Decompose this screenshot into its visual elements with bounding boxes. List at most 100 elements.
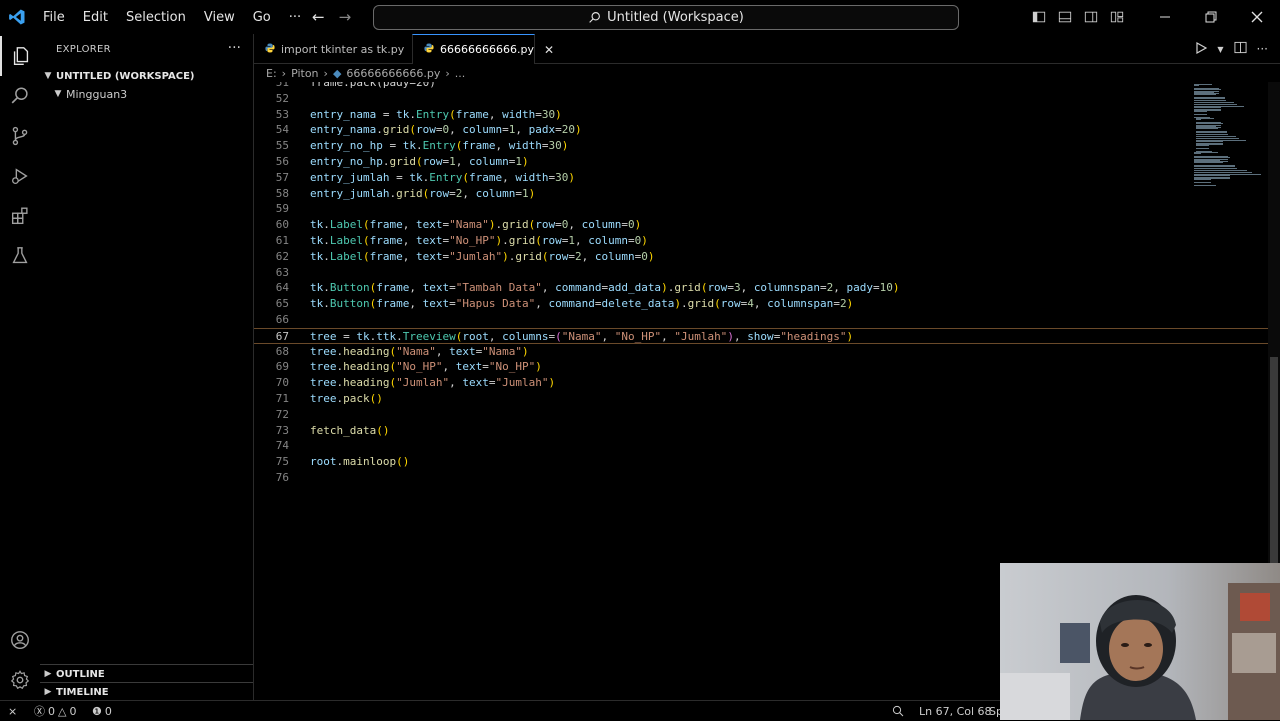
code-text: entry_nama.grid(row=0, column=1, padx=20… — [310, 122, 582, 138]
menu-file[interactable]: File — [34, 10, 74, 25]
menu-go[interactable]: Go — [244, 10, 280, 25]
code-line[interactable]: 63 — [254, 265, 1268, 281]
timeline-section[interactable]: ▶ TIMELINE — [40, 682, 253, 701]
code-token: text — [455, 360, 483, 374]
code-line[interactable]: 76 — [254, 470, 1268, 486]
webcam-overlay — [1000, 563, 1280, 720]
line-number: 64 — [275, 281, 289, 295]
code-token: 30 — [555, 170, 569, 184]
tab-66666666666[interactable]: 66666666666.py ✕ — [412, 34, 554, 64]
code-token: columnspan — [767, 297, 834, 311]
forward-arrow-icon[interactable]: → — [339, 8, 352, 26]
code-line[interactable]: 51 frame.pack(pady=20) — [254, 82, 1268, 91]
menu-view[interactable]: View — [195, 10, 244, 25]
code-token: pack — [343, 392, 370, 405]
current-code-line[interactable]: 67 tree = tk.ttk.Treeview(root, columns=(… — [254, 327, 1268, 344]
warning-icon: △ — [58, 704, 67, 718]
code-line[interactable]: 71 tree.pack() — [254, 391, 1268, 407]
code-line[interactable]: 75 root.mainloop() — [254, 454, 1268, 470]
run-python-file-icon[interactable] — [1195, 41, 1208, 57]
code-token: 30 — [548, 139, 562, 153]
folder-item[interactable]: ▼ Mingguan3 — [40, 85, 253, 103]
menu-edit[interactable]: Edit — [74, 10, 117, 25]
testing-flask-icon[interactable] — [0, 236, 40, 276]
code-token: . — [323, 234, 330, 247]
menu-more[interactable]: ··· — [280, 10, 310, 25]
workspace-root[interactable]: ▼ UNTITLED (WORKSPACE) — [40, 67, 253, 85]
code-line[interactable]: 59 — [254, 201, 1268, 217]
customize-layout-icon[interactable] — [1104, 0, 1130, 34]
code-token: grid — [674, 281, 701, 295]
minimap-line — [1194, 99, 1227, 101]
code-line[interactable]: 73 fetch_data() — [254, 423, 1268, 439]
close-tab-icon[interactable]: ✕ — [544, 43, 554, 57]
code-line[interactable]: 55 entry_no_hp = tk.Entry(frame, width=30… — [254, 138, 1268, 154]
code-line[interactable]: 56 entry_no_hp.grid(row=1, column=1) — [254, 154, 1268, 170]
remote-indicator[interactable]: ⨯ — [8, 701, 17, 721]
more-actions-icon[interactable]: ··· — [1257, 42, 1268, 56]
code-line[interactable]: 74 — [254, 438, 1268, 454]
outline-section[interactable]: ▶ OUTLINE — [40, 664, 253, 683]
zoom-icon[interactable] — [892, 701, 904, 721]
split-editor-icon[interactable] — [1234, 41, 1247, 57]
code-line[interactable]: 70 tree.heading("Jumlah", text="Jumlah") — [254, 375, 1268, 391]
tab-import-tkinter[interactable]: import tkinter as tk.py — [254, 34, 412, 64]
back-arrow-icon[interactable]: ← — [312, 8, 325, 26]
settings-gear-icon[interactable] — [0, 660, 40, 700]
code-line[interactable]: 52 — [254, 91, 1268, 107]
cursor-position[interactable]: Ln 67, Col 68 — [919, 701, 992, 721]
code-line[interactable]: 68 tree.heading("Nama", text="Nama") — [254, 344, 1268, 360]
code-token: grid — [515, 249, 542, 263]
command-center-search[interactable]: Untitled (Workspace) — [373, 5, 959, 30]
breadcrumb-drive[interactable]: E: — [266, 67, 277, 80]
code-token: text — [416, 234, 443, 247]
code-line[interactable]: 72 — [254, 407, 1268, 423]
code-token: , — [661, 329, 675, 343]
breadcrumb-folder[interactable]: Piton — [291, 67, 318, 80]
code-token: "No_HP" — [488, 360, 536, 374]
code-line[interactable]: 58 entry_jumlah.grid(row=2, column=1) — [254, 186, 1268, 202]
code-token: ( — [415, 155, 423, 168]
run-debug-icon[interactable] — [0, 156, 40, 196]
source-control-icon[interactable] — [0, 116, 40, 156]
problems-indicator[interactable]: Ⓧ 0 △ 0 — [34, 701, 76, 721]
code-line[interactable]: 54 entry_nama.grid(row=0, column=1, padx=… — [254, 122, 1268, 138]
code-text: tree.heading("Jumlah", text="Jumlah") — [310, 375, 555, 391]
toggle-secondary-sidebar-icon[interactable] — [1078, 0, 1104, 34]
code-token: , — [409, 281, 423, 295]
code-token: ( — [409, 123, 416, 137]
menu-selection[interactable]: Selection — [117, 10, 195, 25]
code-line[interactable]: 60 tk.Label(frame, text="Nama").grid(row=… — [254, 217, 1268, 233]
scrollbar-thumb[interactable] — [1270, 357, 1278, 597]
code-token: ) — [634, 218, 642, 232]
code-token: , — [455, 155, 469, 168]
code-token: heading — [343, 344, 390, 358]
explorer-more-actions[interactable]: ··· — [228, 40, 241, 56]
chevron-down-icon[interactable]: ▼ — [1217, 45, 1223, 54]
close-window-icon[interactable] — [1234, 0, 1280, 34]
code-line[interactable]: 65 tk.Button(frame, text="Hapus Data", co… — [254, 296, 1268, 312]
breadcrumb-file[interactable]: 66666666666.py — [346, 67, 440, 80]
code-line[interactable]: 57 entry_jumlah = tk.Entry(frame, width=3… — [254, 170, 1268, 186]
restore-icon[interactable] — [1188, 0, 1234, 34]
toggle-primary-sidebar-icon[interactable] — [1026, 0, 1052, 34]
account-icon[interactable] — [0, 620, 40, 660]
code-token: Entry — [429, 170, 463, 184]
code-line[interactable]: 66 — [254, 312, 1268, 328]
search-icon[interactable] — [0, 76, 40, 116]
code-token: , — [833, 281, 847, 295]
code-token: delete_data — [601, 297, 675, 311]
breadcrumb-more[interactable]: ... — [455, 67, 466, 80]
code-line[interactable]: 53 entry_nama = tk.Entry(frame, width=30) — [254, 107, 1268, 123]
code-line[interactable]: 62 tk.Label(frame, text="Jumlah").grid(ro… — [254, 249, 1268, 265]
code-line[interactable]: 69 tree.heading("No_HP", text="No_HP") — [254, 359, 1268, 375]
minimap-line — [1196, 119, 1202, 121]
explorer-icon[interactable] — [0, 36, 40, 76]
toggle-panel-icon[interactable] — [1052, 0, 1078, 34]
extensions-icon[interactable] — [0, 196, 40, 236]
code-line[interactable]: 64 tk.Button(frame, text="Tambah Data", c… — [254, 280, 1268, 296]
minimize-icon[interactable] — [1142, 0, 1188, 34]
ports-indicator[interactable]: ❶ 0 — [92, 701, 112, 721]
code-line[interactable]: 61 tk.Label(frame, text="No_HP").grid(row… — [254, 233, 1268, 249]
code-token: ) — [561, 139, 569, 153]
